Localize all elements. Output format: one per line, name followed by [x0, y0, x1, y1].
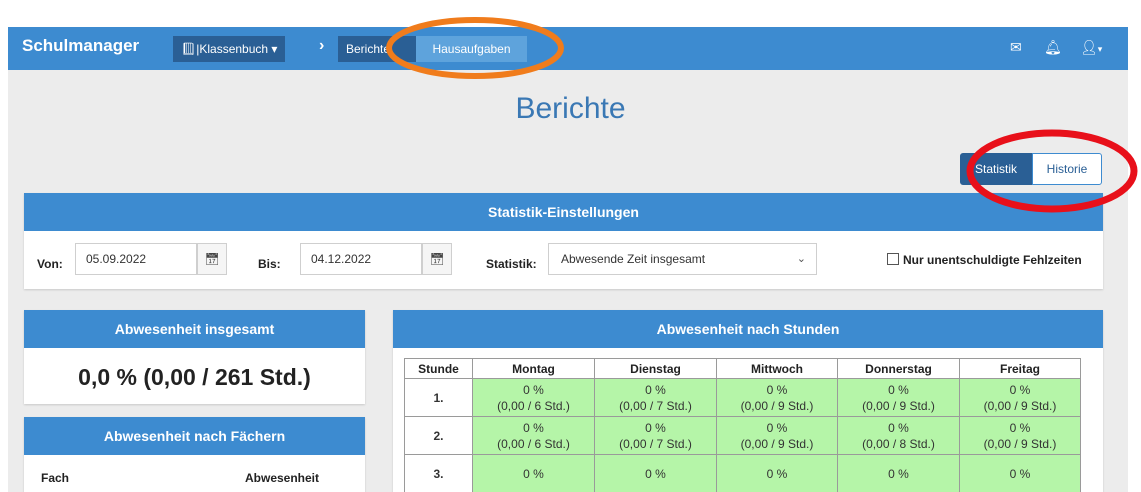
envelope-icon[interactable]: ✉ [1010, 39, 1022, 56]
page: Schulmanager 📕︎|Klassenbuch ▾ › Berichte… [0, 0, 1141, 492]
absence-detail: (0,00 / 9 Std.) [740, 436, 814, 451]
statistics-settings-card: Statistik-Einstellungen Von: 05.09.2022 … [24, 193, 1103, 289]
absence-total-value: 0,0 % (0,00 / 261 Std.) [78, 364, 311, 390]
absence-cell: 0 % (0,00 / 7 Std.) [594, 416, 717, 455]
absence-total-card: Abwesenheit insgesamt 0,0 % (0,00 / 261 … [24, 310, 365, 404]
absence-percent: 0 % [523, 466, 544, 481]
unexcused-checkbox[interactable] [887, 253, 899, 265]
absence-percent: 0 % [523, 420, 544, 435]
statistic-select[interactable]: Abwesende Zeit insgesamt ⌄ [548, 243, 817, 275]
page-title: Berichte [515, 92, 626, 125]
absence-detail: (0,00 / 7 Std.) [619, 436, 692, 451]
brand-logo[interactable]: Schulmanager [22, 36, 139, 56]
to-calendar-icon[interactable]: 📅︎ [422, 243, 452, 275]
tab-statistics[interactable]: Statistik [960, 153, 1032, 185]
classbook-label: Klassenbuch [199, 42, 269, 56]
column-header: Dienstag [594, 358, 717, 379]
from-date-input[interactable]: 05.09.2022 [75, 243, 197, 275]
column-header: Stunde [404, 358, 473, 379]
chevron-down-icon: ⌄ [796, 253, 806, 265]
absence-percent: 0 % [1009, 382, 1031, 397]
table-row: 3. 0 % 0 % 0 % 0 % 0 % [404, 454, 1081, 492]
absence-cell: 0 % (0,00 / 9 Std.) [837, 378, 960, 417]
absence-detail: (0,00 / 9 Std.) [862, 398, 935, 413]
table-row: 2. 0 % (0,00 / 6 Std.) 0 % (0,00 / 7 Std.) 0 … [404, 416, 1081, 455]
absence-by-hours-header: Abwesenheit nach Stunden [393, 310, 1103, 348]
absence-by-subject-card: Abwesenheit nach Fächern Fach Abwesenhei… [24, 417, 365, 492]
absence-by-hours-card: Abwesenheit nach Stunden Stunde Montag D… [393, 310, 1103, 492]
absence-total-header: Abwesenheit insgesamt [24, 310, 365, 348]
user-chevron-down-icon: ▾ [1097, 44, 1103, 54]
absence-cell: 0 % (0,00 / 6 Std.) [472, 378, 595, 417]
classbook-menu-button[interactable]: 📕︎|Klassenbuch ▾ [173, 36, 286, 62]
statistic-select-value: Abwesende Zeit insgesamt [561, 252, 706, 266]
absence-cell: 0 % [837, 454, 960, 492]
to-date-input[interactable]: 04.12.2022 [300, 243, 422, 275]
absence-percent: 0 % [523, 382, 544, 397]
absence-percent: 0 % [1009, 466, 1031, 481]
absence-cell: 0 % (0,00 / 9 Std.) [716, 378, 838, 417]
absence-cell: 0 % (0,00 / 9 Std.) [959, 416, 1081, 455]
absence-detail: (0,00 / 9 Std.) [740, 398, 814, 413]
chevron-down-icon: ▾ [271, 42, 278, 56]
breadcrumb-homework[interactable]: Hausaufgaben [416, 36, 527, 62]
book-icon: 📕︎| [181, 42, 200, 56]
absence-detail: (0,00 / 6 Std.) [497, 436, 570, 451]
absence-column-header: Abwesenheit [245, 471, 320, 485]
from-calendar-icon[interactable]: 📅︎ [197, 243, 227, 275]
absence-percent: 0 % [888, 466, 909, 481]
to-label: Bis: [258, 257, 281, 271]
absence-cell: 0 % (0,00 / 8 Std.) [837, 416, 960, 455]
navbar: Schulmanager 📕︎|Klassenbuch ▾ › Berichte… [8, 27, 1128, 70]
absence-detail: (0,00 / 9 Std.) [983, 398, 1057, 413]
column-header: Mittwoch [716, 358, 838, 379]
absence-cell: 0 % (0,00 / 7 Std.) [594, 378, 717, 417]
absence-percent: 0 % [645, 420, 666, 435]
absence-detail: (0,00 / 6 Std.) [497, 398, 570, 413]
absence-percent: 0 % [766, 382, 788, 397]
table-header-row: Stunde Montag Dienstag Mittwoch Donnerst… [404, 358, 1081, 379]
table-body: 1. 0 % (0,00 / 6 Std.) 0 % (0,00 / 7 Std.) 0 … [404, 378, 1081, 492]
column-header: Freitag [959, 358, 1081, 379]
absence-cell: 0 % (0,00 / 9 Std.) [716, 416, 838, 455]
breadcrumb-reports[interactable]: Berichte [338, 36, 416, 62]
absence-percent: 0 % [766, 420, 788, 435]
absence-cell: 0 % (0,00 / 9 Std.) [959, 378, 1081, 417]
statistic-label: Statistik: [486, 257, 537, 271]
absence-cell: 0 % (0,00 / 6 Std.) [472, 416, 595, 455]
table-row: 1. 0 % (0,00 / 6 Std.) 0 % (0,00 / 7 Std.) 0 … [404, 378, 1081, 417]
subject-column-header: Fach [41, 471, 70, 485]
absence-percent: 0 % [645, 466, 666, 481]
absence-detail: (0,00 / 7 Std.) [619, 398, 692, 413]
column-header: Donnerstag [837, 358, 960, 379]
absence-by-subject-header: Abwesenheit nach Fächern [24, 417, 365, 455]
absence-cell: 0 % [716, 454, 838, 492]
absence-percent: 0 % [888, 420, 909, 435]
absence-percent: 0 % [645, 382, 666, 397]
absence-cell: 0 % [594, 454, 717, 492]
absence-cell: 0 % [472, 454, 595, 492]
unexcused-label: Nur unentschuldigte Fehlzeiten [903, 253, 1082, 267]
absence-hours-table: Stunde Montag Dienstag Mittwoch Donnerst… [404, 358, 1081, 492]
absence-detail: (0,00 / 9 Std.) [983, 436, 1057, 451]
bell-icon[interactable]: 🔔︎ [1044, 39, 1062, 56]
absence-cell: 0 % [959, 454, 1081, 492]
chevron-right-icon: › [319, 37, 325, 54]
tab-history[interactable]: Historie [1032, 153, 1102, 185]
hour-cell: 3. [404, 454, 473, 492]
hour-cell: 1. [404, 378, 473, 417]
from-label: Von: [37, 257, 63, 271]
absence-percent: 0 % [888, 382, 909, 397]
user-icon[interactable]: 👤︎▾ [1080, 39, 1102, 56]
absence-percent: 0 % [1009, 420, 1031, 435]
absence-percent: 0 % [766, 466, 788, 481]
absence-detail: (0,00 / 8 Std.) [862, 436, 935, 451]
hour-cell: 2. [404, 416, 473, 455]
column-header: Montag [472, 358, 595, 379]
settings-header: Statistik-Einstellungen [24, 193, 1103, 231]
